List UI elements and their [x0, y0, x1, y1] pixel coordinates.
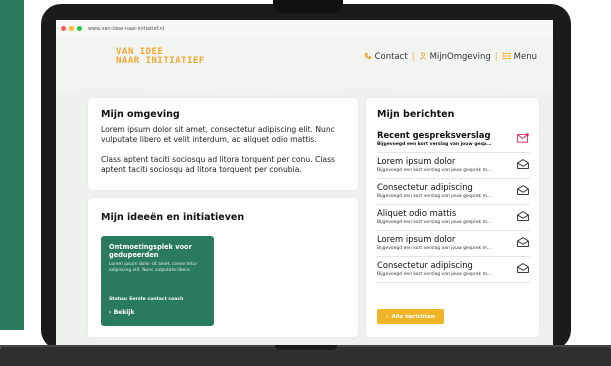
laptop-base-notch: [275, 345, 337, 350]
envelope-open-icon: [517, 185, 529, 195]
message-preview: Bijgevoegd een kort verslag van jouw ges…: [377, 246, 492, 251]
message-title: Aliquet odio mattis: [377, 208, 457, 218]
mijn-berichten-title: Mijn berichten: [377, 109, 455, 120]
message-item[interactable]: Lorem ipsum dolor Bijgevoegd een kort ve…: [377, 154, 530, 179]
background-green-strip: [0, 0, 24, 330]
message-title: Recent gespreksverslag: [377, 130, 491, 140]
idea-card-view-link[interactable]: › Bekijk: [109, 309, 134, 316]
message-title: Lorem ipsum dolor: [377, 234, 456, 244]
unread-envelope-icon: [517, 133, 529, 143]
message-item[interactable]: Lorem ipsum dolor Bijgevoegd een kort ve…: [377, 232, 530, 257]
message-title: Consectetur adipiscing: [377, 182, 473, 192]
laptop-notch: [273, 0, 343, 13]
nav-menu-button[interactable]: Menu: [514, 52, 537, 62]
nav-contact-link[interactable]: Contact: [375, 52, 408, 62]
message-preview: Bijgevoegd een kort verslag van jouw ges…: [377, 272, 492, 277]
maximize-window-button[interactable]: [77, 26, 82, 31]
nav-separator: |: [411, 52, 415, 62]
envelope-open-icon: [517, 159, 529, 169]
main-nav: Contact | MijnOmgeving | Menu: [364, 52, 537, 62]
user-icon: [419, 52, 427, 62]
message-preview: Bijgevoegd een kort verslag van jouw ges…: [377, 194, 492, 199]
site-logo[interactable]: VAN IDEE NAAR INITIATIEF: [116, 48, 205, 66]
close-window-button[interactable]: [61, 26, 66, 31]
idea-card-title: Ontmoetingsplek voor gedupeerden: [109, 243, 192, 259]
mijn-ideeen-title: Mijn ideeën en initiatieven: [101, 212, 245, 223]
mijn-omgeving-card: Mijn omgeving Lorem ipsum dolor sit amet…: [88, 98, 358, 190]
all-messages-button[interactable]: › Alle berichten: [377, 309, 444, 324]
message-item[interactable]: Aliquet odio mattis Bijgevoegd een kort …: [377, 206, 530, 231]
nav-mijnomgeving-link[interactable]: MijnOmgeving: [430, 52, 491, 62]
hamburger-menu-icon[interactable]: [501, 52, 511, 62]
idea-card-text: Lorem ipsum dolor sit amet, conse tetur …: [109, 262, 198, 273]
message-item[interactable]: Recent gespreksverslag Bijgevoegd een ko…: [377, 128, 530, 153]
message-preview: Bijgevoegd een kort verslag van jouw ges…: [377, 142, 492, 147]
browser-screen: www.van-idee-naar-initiatief.nl VAN IDEE…: [56, 20, 553, 345]
logo-line-2: NAAR INITIATIEF: [116, 56, 205, 66]
message-title: Lorem ipsum dolor: [377, 156, 456, 166]
all-messages-label: Alle berichten: [391, 313, 435, 320]
envelope-open-icon: [517, 237, 529, 247]
nav-separator: |: [494, 52, 498, 62]
envelope-open-icon: [517, 211, 529, 221]
phone-icon: [364, 52, 372, 62]
mijn-ideeen-card: Mijn ideeën en initiatieven Ontmoetingsp…: [88, 198, 358, 337]
window-controls: [61, 26, 82, 31]
minimize-window-button[interactable]: [69, 26, 74, 31]
browser-url[interactable]: www.van-idee-naar-initiatief.nl: [88, 26, 164, 32]
mijn-omgeving-title: Mijn omgeving: [101, 109, 180, 120]
mijn-omgeving-paragraph-1: Lorem ipsum dolor sit amet, consectetur …: [101, 125, 335, 144]
message-title: Consectetur adipiscing: [377, 260, 473, 270]
chevron-right-icon: ›: [109, 309, 112, 316]
envelope-open-icon: [517, 263, 529, 273]
message-item[interactable]: Consectetur adipiscing Bijgevoegd een ko…: [377, 258, 530, 283]
mijn-berichten-card: Mijn berichten Recent gespreksverslag Bi…: [366, 98, 539, 337]
message-item[interactable]: Consectetur adipiscing Bijgevoegd een ko…: [377, 180, 530, 205]
chevron-right-icon: ›: [386, 313, 389, 320]
message-preview: Bijgevoegd een kort verslag van jouw ges…: [377, 168, 492, 173]
message-preview: Bijgevoegd een kort verslag van jouw ges…: [377, 220, 492, 225]
idea-card-status: Status: Eerste contact coach: [109, 297, 184, 302]
browser-address-bar: www.van-idee-naar-initiatief.nl: [56, 20, 553, 38]
idea-card[interactable]: Ontmoetingsplek voor gedupeerden Lorem i…: [101, 236, 214, 326]
mijn-omgeving-paragraph-2: Class aptent taciti sociosqu ad litora t…: [101, 155, 335, 174]
idea-card-view-label: Bekijk: [113, 309, 135, 316]
